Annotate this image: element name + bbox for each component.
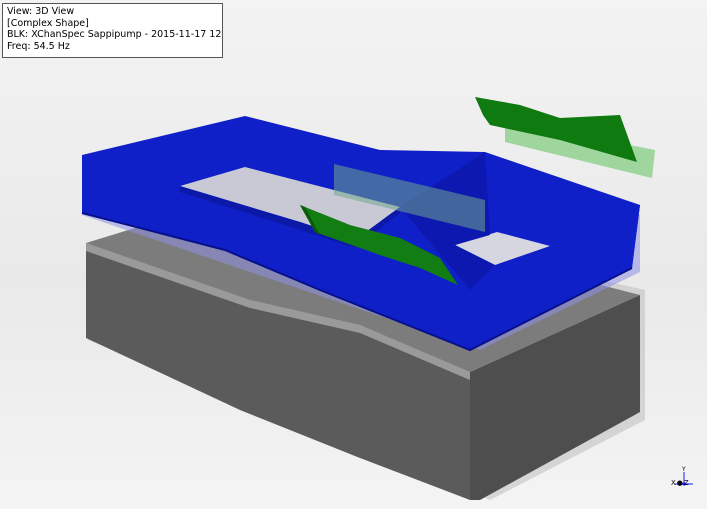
triad-xz-label: X●Z <box>671 479 690 487</box>
freq-label: Freq: 54.5 Hz <box>7 40 70 52</box>
3d-viewport[interactable]: View: 3D View [Complex Shape] BLK: XChan… <box>0 0 707 509</box>
view-label: View: 3D View <box>7 6 75 17</box>
shape-label: [Complex Shape] <box>7 17 89 29</box>
triad-y-label: Y <box>681 466 686 473</box>
blk-label: BLK: XChanSpec Sappipump - 2015-11-17 12… <box>7 29 222 40</box>
info-overlay: View: 3D View [Complex Shape] BLK: XChan… <box>2 3 223 58</box>
axis-triad-icon: Y <box>675 466 693 486</box>
model-scene[interactable] <box>0 0 707 509</box>
